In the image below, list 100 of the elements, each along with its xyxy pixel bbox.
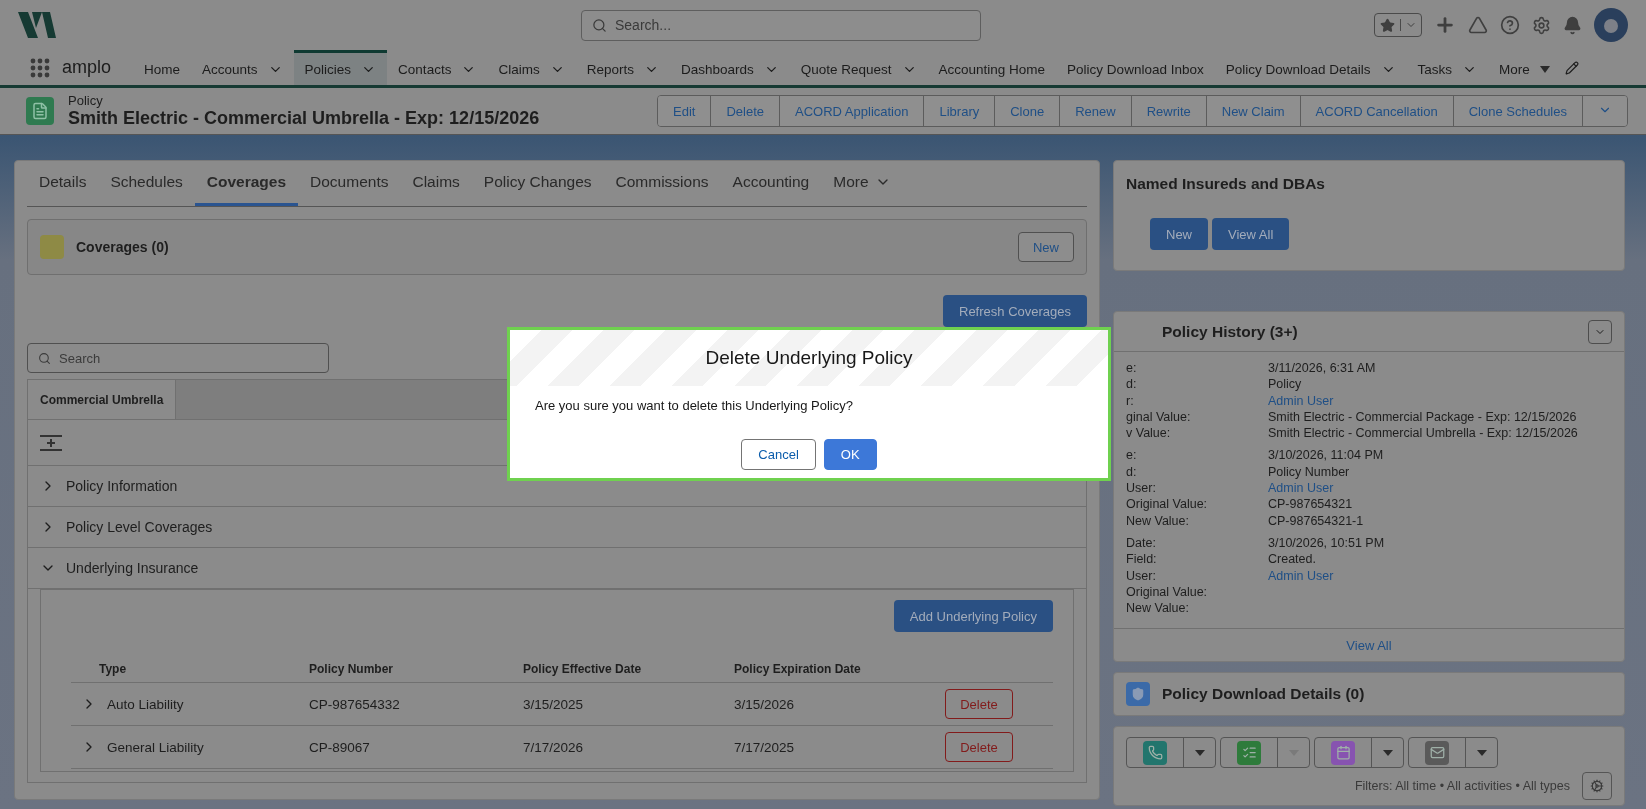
- action-button[interactable]: ACORD Application: [780, 96, 925, 126]
- table-cell: 7/17/2025: [706, 726, 926, 769]
- field-value: 3/10/2026, 10:51 PM: [1268, 534, 1386, 552]
- table-cell: 3/15/2025: [495, 683, 706, 726]
- app-launcher-icon[interactable]: [30, 57, 50, 78]
- nav-tab[interactable]: Accounting Home: [927, 50, 1057, 85]
- nav-tab[interactable]: Accounts: [191, 50, 294, 85]
- field-label: e:: [1126, 447, 1138, 464]
- record-tab[interactable]: Policy Changes: [471, 161, 604, 206]
- help-icon[interactable]: [1500, 15, 1520, 35]
- user-link[interactable]: Admin User: [1268, 392, 1612, 409]
- search-field[interactable]: Search: [27, 343, 329, 373]
- record-tab[interactable]: Details: [27, 161, 99, 206]
- nav-tab[interactable]: Claims: [487, 50, 576, 85]
- add-icon[interactable]: [1434, 14, 1456, 36]
- cancel-button[interactable]: Cancel: [741, 439, 816, 470]
- field-label: User:: [1126, 567, 1157, 584]
- record-type: Policy: [68, 93, 104, 108]
- action-button[interactable]: Delete: [711, 96, 781, 126]
- nav-tab[interactable]: Quote Request: [789, 50, 928, 85]
- column-header: Type: [71, 652, 281, 683]
- action-button[interactable]: Library: [924, 96, 996, 126]
- caret-icon[interactable]: [1476, 749, 1487, 756]
- email-icon: [1425, 740, 1449, 765]
- edit-nav-icon[interactable]: [1564, 60, 1579, 75]
- nav-tab[interactable]: Policies: [293, 50, 388, 85]
- action-button[interactable]: New Claim: [1206, 96, 1301, 126]
- favorites-button[interactable]: [1374, 13, 1422, 37]
- more-tab[interactable]: More: [821, 161, 903, 206]
- caret-icon: [1539, 65, 1550, 73]
- delete-button[interactable]: Delete: [945, 732, 1013, 762]
- field-value: Policy Number: [1268, 463, 1351, 481]
- view-all-link[interactable]: View All: [1346, 637, 1392, 653]
- nav-tab[interactable]: Home: [133, 50, 192, 85]
- call-icon: [1143, 740, 1167, 765]
- add-underlying-policy-button[interactable]: Add Underlying Policy: [893, 600, 1053, 632]
- column-header: Policy Effective Date: [495, 652, 706, 683]
- caret-icon[interactable]: [1194, 749, 1205, 756]
- refresh-coverages-button[interactable]: Refresh Coverages: [943, 295, 1087, 327]
- event-icon: [1331, 740, 1355, 765]
- field-label: New Value:: [1126, 512, 1190, 529]
- record-tab[interactable]: Commissions: [603, 161, 721, 206]
- notifications-icon[interactable]: [1563, 15, 1582, 35]
- field-value: Policy: [1268, 376, 1303, 393]
- record-tab[interactable]: Schedules: [98, 161, 195, 206]
- coverages-icon: [40, 235, 64, 259]
- nav-tab[interactable]: Policy Download Inbox: [1056, 50, 1215, 85]
- action-button[interactable]: Clone: [995, 96, 1061, 126]
- settings-button[interactable]: [1582, 772, 1612, 801]
- filters-text: Filters: All time • All activities • All types: [1354, 779, 1570, 794]
- field-label: Original Value:: [1126, 496, 1209, 513]
- section-header[interactable]: Underlying Insurance: [28, 548, 1086, 589]
- search-icon: [592, 17, 607, 33]
- column-header: Policy Number: [281, 652, 495, 683]
- action-button[interactable]: Edit: [658, 96, 712, 126]
- action-button[interactable]: Rewrite: [1131, 96, 1207, 126]
- card-button[interactable]: View All: [1212, 218, 1290, 250]
- delete-button[interactable]: Delete: [945, 689, 1013, 719]
- nav-tab[interactable]: Reports: [575, 50, 670, 85]
- coverage-tab[interactable]: Commercial Umbrella: [28, 380, 177, 419]
- search-icon: [38, 351, 51, 365]
- action-button[interactable]: ACORD Cancellation: [1300, 96, 1454, 126]
- settings-icon[interactable]: [1532, 15, 1551, 35]
- menu-button[interactable]: [1588, 319, 1612, 344]
- nav-tab[interactable]: Tasks: [1406, 50, 1489, 85]
- logo-icon: [18, 12, 56, 38]
- field-value: Created.: [1268, 551, 1317, 568]
- more-tab[interactable]: More: [1488, 50, 1561, 85]
- dialog-title: Delete Underlying Policy: [705, 347, 913, 369]
- ok-button[interactable]: OK: [823, 439, 877, 470]
- action-button[interactable]: Renew: [1060, 96, 1132, 126]
- record-tab[interactable]: Accounting: [720, 161, 822, 206]
- card-title: Policy History (3+): [1162, 322, 1298, 341]
- user-link[interactable]: Admin User: [1268, 480, 1612, 497]
- caret-icon[interactable]: [1382, 749, 1393, 756]
- record-tab[interactable]: Documents: [298, 161, 401, 206]
- action-button[interactable]: Clone Schedules: [1453, 96, 1583, 126]
- avatar[interactable]: [1594, 8, 1628, 42]
- app-name: amplo: [62, 57, 112, 78]
- user-link[interactable]: Admin User: [1268, 567, 1612, 584]
- shield-icon: [1131, 687, 1145, 702]
- card-title: Policy Download Details (0): [1162, 685, 1365, 704]
- record-tab[interactable]: Coverages: [194, 161, 299, 206]
- new-button[interactable]: New: [1018, 232, 1074, 262]
- nav-tab[interactable]: Policy Download Details: [1214, 50, 1407, 85]
- section-header[interactable]: Policy Level Coverages: [28, 507, 1086, 548]
- policy-record-icon: [26, 97, 54, 125]
- card-title: Named Insureds and DBAs: [1126, 175, 1326, 193]
- field-label: Field:: [1126, 551, 1158, 568]
- field-label: e:: [1126, 360, 1138, 377]
- table-cell: Auto Liability: [71, 683, 281, 726]
- search-field[interactable]: Search...: [581, 9, 981, 41]
- nav-tab[interactable]: Dashboards: [669, 50, 790, 85]
- nav-tab[interactable]: Contacts: [387, 50, 488, 85]
- card-button[interactable]: New: [1150, 218, 1208, 250]
- field-label: r:: [1126, 392, 1135, 409]
- record-tab[interactable]: Claims: [400, 161, 472, 206]
- expand-all-icon[interactable]: [40, 434, 62, 451]
- field-value: 3/10/2026, 11:04 PM: [1268, 447, 1385, 464]
- coverages-title: Coverages (0): [76, 239, 169, 255]
